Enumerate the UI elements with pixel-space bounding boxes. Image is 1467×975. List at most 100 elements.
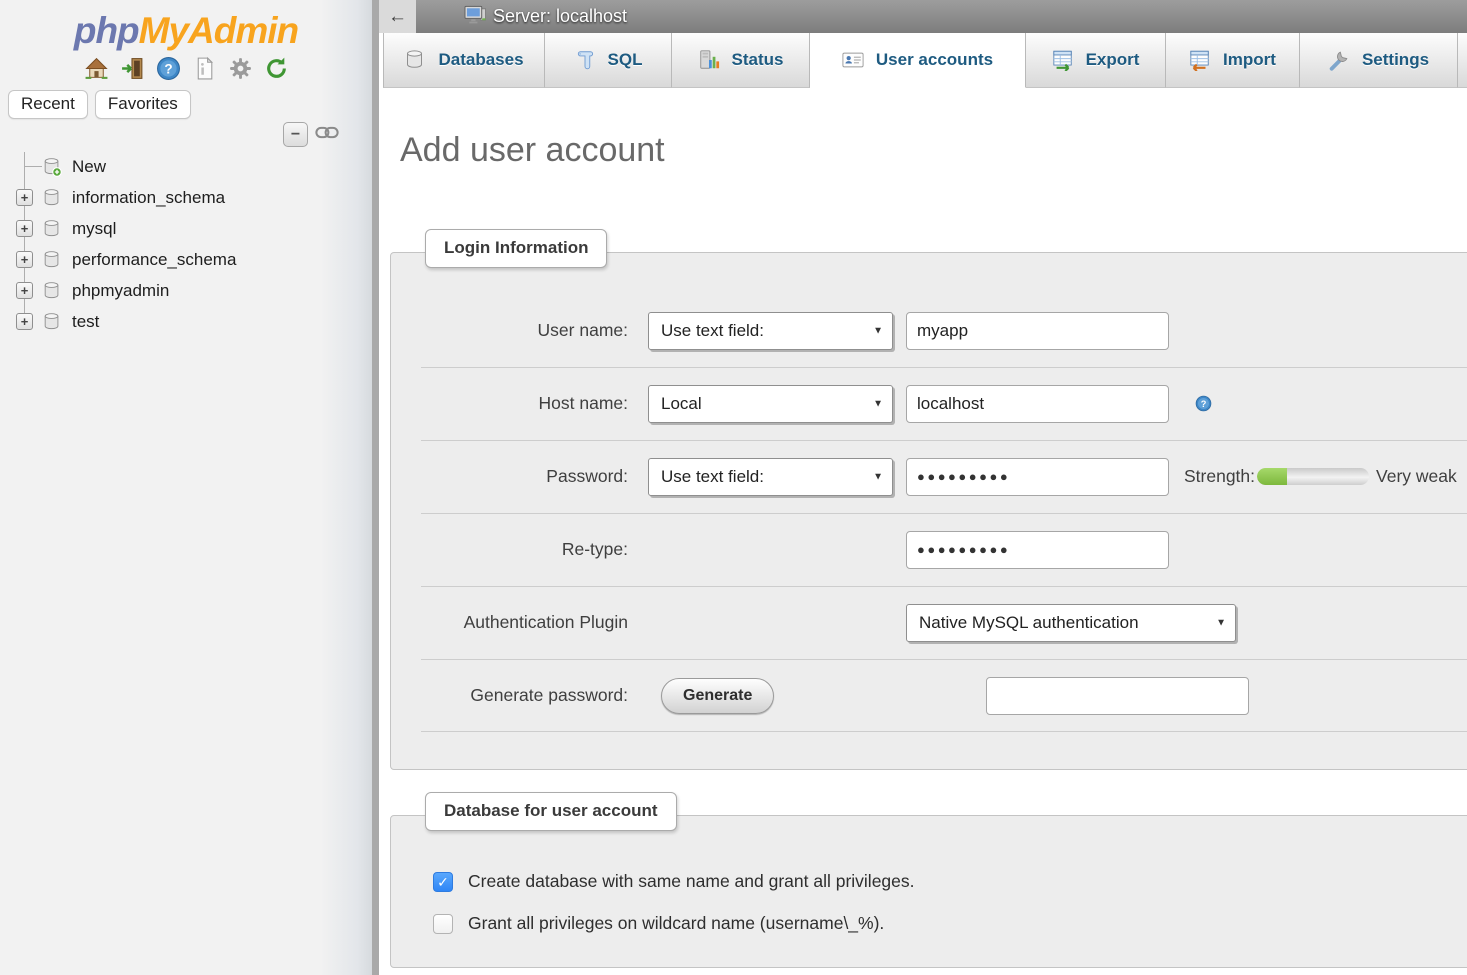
tree-controls: −: [283, 122, 339, 147]
tab-label: Export: [1086, 50, 1140, 70]
hostname-row: Host name: Local ▼ ?: [391, 367, 1467, 440]
login-form: User name: Use text field:▼ Host name: L…: [391, 294, 1467, 732]
chevron-down-icon: ▼: [873, 398, 883, 409]
export-icon: [1052, 49, 1074, 71]
password-type-value: Use text field:: [661, 467, 764, 487]
password-strength: Strength: Very weak: [1184, 466, 1457, 487]
server-info: Server: localhost: [464, 4, 627, 30]
sidebar-resize-strip[interactable]: [372, 0, 379, 975]
password-input[interactable]: [906, 458, 1169, 496]
phpmyadmin-logo[interactable]: phpMyAdmin: [0, 10, 372, 52]
create-database-checkbox[interactable]: ✓: [433, 872, 453, 892]
home-icon[interactable]: [84, 56, 109, 81]
sidebar-filters: Recent Favorites: [8, 90, 191, 119]
database-for-user-legend: Database for user account: [425, 792, 677, 831]
tree-item-label: phpmyadmin: [72, 281, 169, 301]
login-information-fieldset: Login Information User name: Use text fi…: [390, 252, 1467, 770]
tree-item-label: mysql: [72, 219, 116, 239]
phpmyadmin-screen: phpMyAdmin ? Recent Favorites: [0, 0, 1467, 975]
auth-plugin-select[interactable]: Native MySQL authentication▼: [906, 604, 1236, 642]
database-tree: New + information_schema + mysql +: [0, 151, 372, 337]
grant-wildcard-option: ✓ Grant all privileges on wildcard name …: [433, 913, 884, 934]
generate-password-label: Generate password:: [391, 685, 628, 706]
user-accounts-icon: [842, 49, 864, 71]
tab-export[interactable]: Export: [1026, 33, 1166, 88]
tree-item-mysql[interactable]: + mysql: [0, 213, 372, 244]
tree-item-label: test: [72, 312, 99, 332]
databases-icon: [404, 49, 426, 71]
settings-wrench-icon: [1328, 49, 1350, 71]
hostname-help-icon[interactable]: ?: [1195, 395, 1212, 412]
help-icon[interactable]: ?: [156, 56, 181, 81]
grant-wildcard-checkbox[interactable]: ✓: [433, 914, 453, 934]
navigation-sidebar: phpMyAdmin ? Recent Favorites: [0, 0, 372, 975]
expand-icon[interactable]: +: [16, 251, 33, 268]
tab-label: Databases: [438, 50, 523, 70]
sidebar-toolbar: ?: [0, 56, 372, 81]
server-monitor-icon: [464, 4, 487, 30]
username-type-select[interactable]: Use text field: ▼: [648, 312, 893, 350]
retype-label: Re-type:: [391, 539, 628, 560]
expand-icon[interactable]: +: [16, 282, 33, 299]
expand-icon[interactable]: +: [16, 220, 33, 237]
logo-php: php: [74, 10, 139, 51]
grant-wildcard-label: Grant all privileges on wildcard name (u…: [468, 913, 884, 934]
auth-plugin-label: Authentication Plugin: [391, 612, 628, 633]
favorites-button[interactable]: Favorites: [95, 90, 191, 119]
tree-item-performance-schema[interactable]: + performance_schema: [0, 244, 372, 275]
password-label: Password:: [391, 466, 628, 487]
server-breadcrumb[interactable]: Server: localhost: [493, 6, 627, 27]
settings-gear-icon[interactable]: [228, 56, 253, 81]
tab-databases[interactable]: Databases: [383, 33, 545, 88]
tree-item-phpmyadmin[interactable]: + phpmyadmin: [0, 275, 372, 306]
expand-icon[interactable]: +: [16, 313, 33, 330]
chevron-down-icon: ▼: [873, 325, 883, 336]
tab-settings[interactable]: Settings: [1300, 33, 1458, 88]
tab-label: User accounts: [876, 50, 993, 70]
reload-navigation-icon[interactable]: [264, 56, 289, 81]
database-icon: [42, 188, 62, 208]
username-input[interactable]: [906, 312, 1169, 350]
generate-button[interactable]: Generate: [661, 678, 774, 714]
retype-row: Re-type:: [391, 513, 1467, 586]
collapse-all-icon[interactable]: −: [283, 122, 308, 147]
server-bar: ← Server: localhost: [379, 0, 1467, 33]
generate-password-row: Generate password: Generate: [391, 659, 1467, 732]
recent-button[interactable]: Recent: [8, 90, 88, 119]
create-database-label: Create database with same name and grant…: [468, 871, 915, 892]
import-icon: [1189, 49, 1211, 71]
hostname-type-select[interactable]: Local ▼: [648, 385, 893, 423]
database-icon: [42, 312, 62, 332]
tab-sql[interactable]: SQL: [545, 33, 672, 88]
password-type-select[interactable]: Use text field: ▼: [648, 458, 893, 496]
username-type-value: Use text field:: [661, 321, 764, 341]
logout-icon[interactable]: [120, 56, 145, 81]
page-title: Add user account: [400, 131, 665, 170]
retype-password-input[interactable]: [906, 531, 1169, 569]
database-icon: [42, 219, 62, 239]
tree-item-new-database[interactable]: New: [0, 151, 372, 182]
tree-item-information-schema[interactable]: + information_schema: [0, 182, 372, 213]
hostname-type-value: Local: [661, 394, 702, 414]
status-icon: [698, 49, 720, 71]
tab-status[interactable]: Status: [672, 33, 810, 88]
main-tab-bar: Databases SQL Status User accounts Expor…: [379, 33, 1467, 88]
tab-label: Import: [1223, 50, 1276, 70]
link-with-main-icon[interactable]: [315, 125, 339, 145]
tab-import[interactable]: Import: [1166, 33, 1300, 88]
hostname-input[interactable]: [906, 385, 1169, 423]
sql-icon: [574, 49, 596, 71]
chevron-down-icon: ▼: [873, 471, 883, 482]
hostname-label: Host name:: [391, 393, 628, 414]
back-arrow-button[interactable]: ←: [379, 0, 416, 33]
expand-icon[interactable]: +: [16, 189, 33, 206]
password-row: Password: Use text field: ▼ Strength: Ver…: [391, 440, 1467, 513]
generated-password-input[interactable]: [986, 677, 1249, 715]
database-icon: [42, 281, 62, 301]
tab-user-accounts[interactable]: User accounts: [810, 33, 1026, 88]
login-information-legend: Login Information: [425, 229, 607, 268]
tree-item-test[interactable]: + test: [0, 306, 372, 337]
documentation-icon[interactable]: [192, 56, 217, 81]
username-row: User name: Use text field:▼: [391, 294, 1467, 367]
check-icon: ✓: [437, 875, 449, 889]
